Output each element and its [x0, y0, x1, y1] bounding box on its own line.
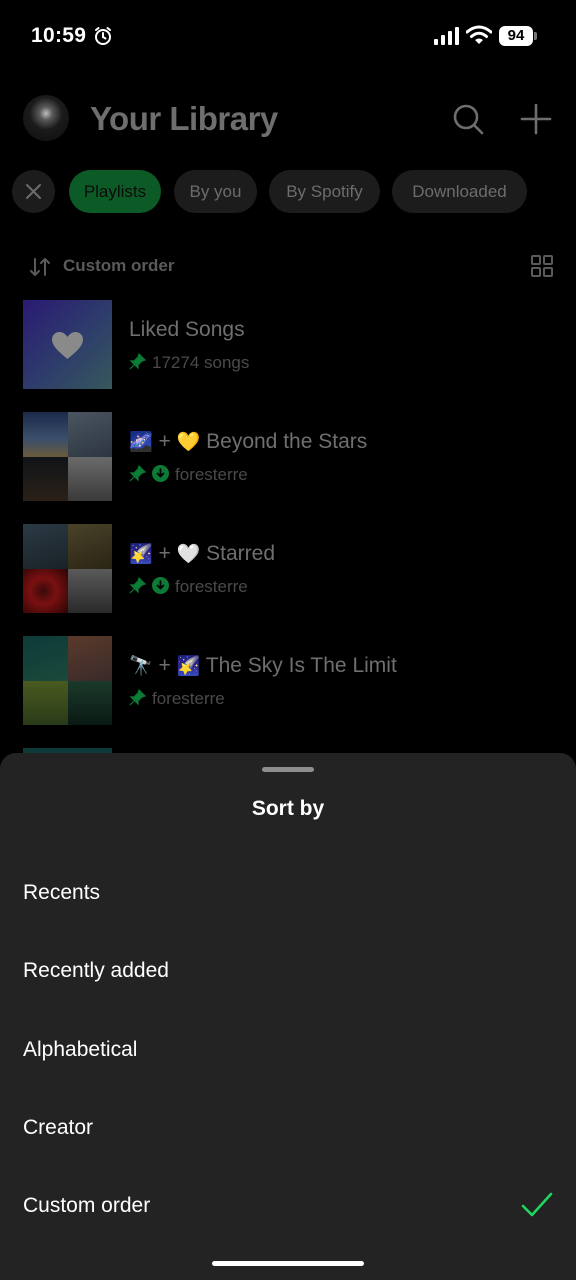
sheet-title: Sort by [251, 797, 325, 820]
sort-option-creator[interactable]: Creator [0, 1098, 576, 1158]
playlist-cover [23, 524, 112, 613]
list-item[interactable]: Liked Songs 17274 songs [0, 300, 576, 390]
pin-icon [129, 689, 146, 706]
search-icon[interactable] [451, 102, 485, 136]
plus-icon[interactable] [519, 102, 553, 136]
pin-icon [129, 577, 146, 594]
wifi-icon [466, 25, 492, 44]
chip-downloaded[interactable]: Downloaded [392, 170, 527, 213]
checkmark-icon [521, 1192, 553, 1217]
downloaded-icon [152, 577, 169, 594]
chip-playlists[interactable]: Playlists [69, 170, 161, 213]
grid-view-icon[interactable] [531, 255, 553, 277]
filter-chips: Playlists By you By Spotify Downloaded [0, 170, 576, 214]
library-header: Your Library [0, 90, 576, 150]
list-item[interactable]: 🌌 + 💛 Beyond the Stars foresterre [0, 412, 576, 502]
list-item[interactable]: 🌠 + 🤍 Starred foresterre [0, 524, 576, 614]
pin-icon [129, 465, 146, 482]
liked-songs-cover [23, 300, 112, 389]
item-title: 🌌 + 💛 Beyond the Stars [129, 430, 368, 453]
item-subtitle: foresterre [129, 465, 248, 487]
item-title: 🌠 + 🤍 Starred [129, 542, 276, 565]
status-time: 10:59 [31, 24, 87, 47]
sort-option-recents[interactable]: Recents [0, 863, 576, 923]
alarm-icon [95, 27, 111, 45]
sheet-drag-handle[interactable] [262, 767, 314, 772]
item-title: 🔭 + 🌠 The Sky Is The Limit [129, 654, 397, 677]
sort-row[interactable]: Custom order [0, 253, 576, 281]
sort-option-alphabetical[interactable]: Alphabetical [0, 1020, 576, 1080]
profile-avatar[interactable] [23, 95, 69, 141]
sort-by-sheet: Sort by Recents Recently added Alphabeti… [0, 753, 576, 1280]
heart-icon [52, 332, 83, 359]
item-subtitle: 17274 songs [129, 353, 249, 375]
pin-icon [129, 353, 146, 370]
list-item[interactable]: 🔭 + 🌠 The Sky Is The Limit foresterre [0, 636, 576, 726]
item-subtitle: foresterre [129, 689, 225, 711]
item-subtitle: foresterre [129, 577, 248, 599]
clear-filter-button[interactable] [12, 170, 55, 213]
status-bar: 10:59 94 [0, 0, 576, 72]
battery-icon: 94 [499, 26, 537, 46]
sort-label: Custom order [63, 256, 175, 275]
battery-level: 94 [499, 26, 533, 46]
sort-option-recently-added[interactable]: Recently added [0, 941, 576, 1001]
playlist-cover [23, 636, 112, 725]
item-title: Liked Songs [129, 318, 245, 341]
close-icon [26, 184, 41, 199]
chip-by-spotify[interactable]: By Spotify [269, 170, 380, 213]
page-title: Your Library [90, 100, 278, 137]
sort-option-custom-order[interactable]: Custom order [0, 1176, 576, 1236]
cellular-signal-icon [434, 27, 459, 45]
chip-by-you[interactable]: By you [174, 170, 257, 213]
downloaded-icon [152, 465, 169, 482]
playlist-cover [23, 412, 112, 501]
home-indicator [212, 1261, 364, 1266]
sort-arrows-icon [30, 258, 50, 276]
